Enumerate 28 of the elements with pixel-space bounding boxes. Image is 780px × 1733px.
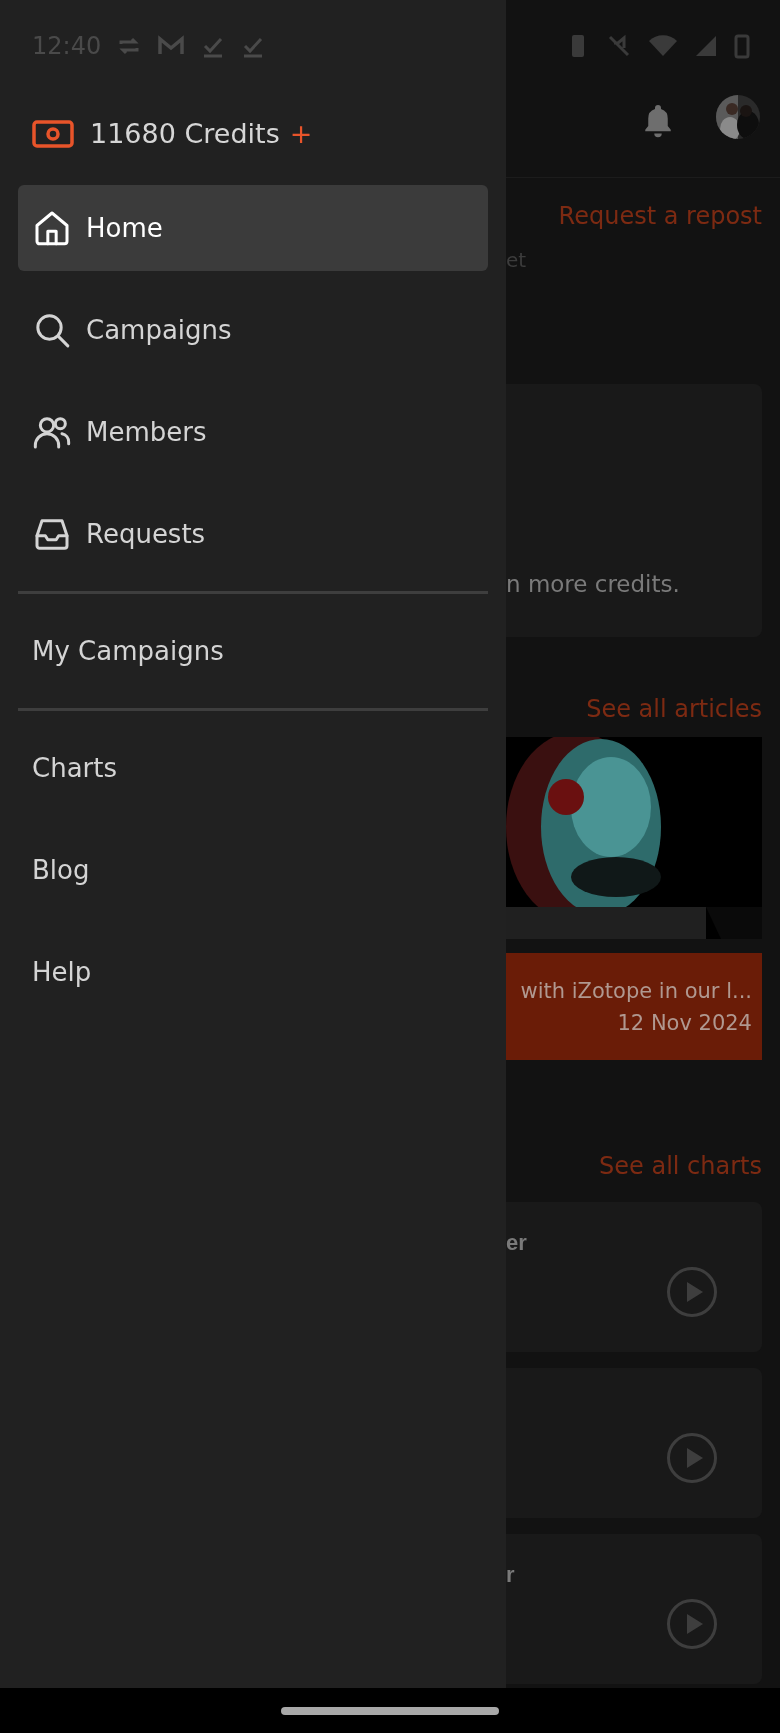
play-icon[interactable] bbox=[666, 1266, 718, 1318]
menu-item[interactable]: Charts bbox=[18, 725, 488, 811]
menu-item[interactable]: Help bbox=[18, 929, 488, 1015]
menu-item[interactable]: Campaigns bbox=[18, 287, 488, 373]
chart-card[interactable] bbox=[506, 1368, 762, 1518]
track-title: er bbox=[506, 1230, 528, 1256]
ticket-icon bbox=[32, 119, 74, 148]
article-title: with iZotope in our l... bbox=[520, 978, 752, 1003]
menu-item[interactable]: My Campaigns bbox=[18, 608, 488, 694]
add-credits-button[interactable]: + bbox=[289, 118, 313, 149]
play-icon[interactable] bbox=[666, 1598, 718, 1650]
signal-icon bbox=[694, 34, 718, 58]
article-date: 12 Nov 2024 bbox=[617, 1010, 752, 1035]
menu-item[interactable]: Blog bbox=[18, 827, 488, 913]
battery-icon bbox=[734, 33, 750, 59]
card-text: n more credits. bbox=[506, 571, 680, 597]
menu-item[interactable]: Home bbox=[18, 185, 488, 271]
menu-item[interactable]: Members bbox=[18, 389, 488, 475]
article-banner[interactable]: with iZotope in our l... 12 Nov 2024 bbox=[506, 953, 762, 1060]
wifi-icon bbox=[648, 34, 678, 58]
home-handle[interactable] bbox=[281, 1706, 499, 1715]
mute-icon bbox=[606, 33, 632, 59]
menu-item[interactable]: Requests bbox=[18, 491, 488, 577]
track-title: r bbox=[506, 1562, 516, 1588]
chart-card[interactable]: er bbox=[506, 1202, 762, 1352]
credits-count: 11680 Credits bbox=[90, 118, 280, 149]
chart-card[interactable]: r bbox=[506, 1534, 762, 1684]
play-icon[interactable] bbox=[666, 1432, 718, 1484]
